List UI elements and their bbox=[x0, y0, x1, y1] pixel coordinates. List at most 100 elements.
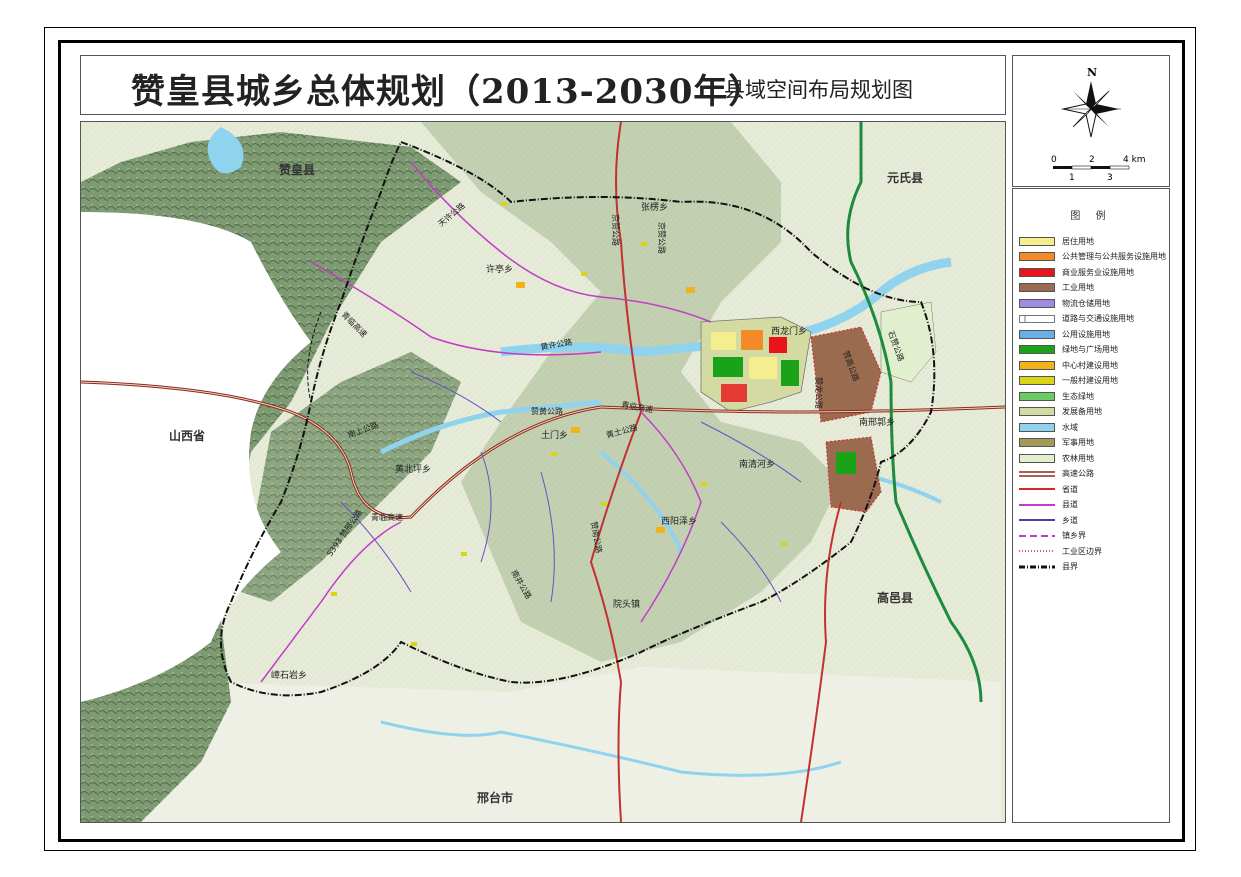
neighbor-label: 高邑县 bbox=[877, 590, 913, 605]
legend-item: 省道 bbox=[1019, 483, 1078, 495]
legend-swatch bbox=[1019, 376, 1055, 385]
legend-swatch bbox=[1019, 453, 1055, 463]
legend-swatch bbox=[1019, 422, 1055, 432]
legend-swatch bbox=[1019, 283, 1055, 292]
town-label: 土门乡 bbox=[541, 429, 568, 441]
map-subtitle: 县域空间布局规划图 bbox=[724, 78, 913, 102]
green-block-2 bbox=[781, 360, 799, 386]
legend-label: 高速公路 bbox=[1062, 469, 1094, 478]
road-label: 赞龙公路 bbox=[814, 377, 824, 409]
legend-item: 高速公路 bbox=[1019, 468, 1094, 480]
legend-label: 生态绿地 bbox=[1062, 391, 1094, 401]
north-label: N bbox=[1087, 66, 1097, 79]
legend-swatch bbox=[1019, 391, 1055, 401]
town-label: 张楞乡 bbox=[641, 201, 668, 213]
legend-item: 水域 bbox=[1019, 421, 1078, 433]
town-label: 南邢郭乡 bbox=[859, 416, 895, 428]
legend-item: 军事用地 bbox=[1019, 437, 1094, 449]
legend-label: 居住用地 bbox=[1062, 236, 1094, 246]
legend-item: 生态绿地 bbox=[1019, 390, 1094, 402]
town-label: 嶂石岩乡 bbox=[271, 669, 307, 681]
legend-swatch bbox=[1019, 565, 1055, 568]
legend-label: 工业区边界 bbox=[1062, 546, 1102, 556]
legend-swatch bbox=[1019, 298, 1055, 308]
map-title: 赞皇县城乡总体规划（2013-2030年） bbox=[131, 72, 764, 112]
legend-swatch bbox=[1019, 329, 1055, 339]
industrial-green bbox=[836, 452, 856, 474]
title-bar: 赞皇县城乡总体规划（2013-2030年） 县域空间布局规划图 bbox=[80, 55, 1006, 115]
commercial-block-2 bbox=[721, 384, 747, 402]
road-label: 京赞公路 bbox=[611, 214, 621, 246]
legend-swatch bbox=[1019, 438, 1055, 447]
neighbor-label: 山西省 bbox=[169, 428, 205, 443]
legend-item: 物流仓储用地 bbox=[1019, 297, 1110, 309]
compass-svg: N 0 2 4 km 1 3 bbox=[1051, 66, 1146, 183]
legend-label: 道路与交通设施用地 bbox=[1062, 314, 1134, 323]
north-arrow-icon bbox=[1061, 81, 1121, 138]
residential-block-2 bbox=[749, 357, 777, 379]
legend-label: 县界 bbox=[1062, 562, 1078, 571]
legend-item: 镇乡界 bbox=[1019, 530, 1086, 542]
map-canvas[interactable]: 许亭乡 张楞乡 西龙门乡 南邢郭乡 院头镇 西阳泽乡 南清河乡 土门乡 黄北坪乡… bbox=[80, 121, 1006, 823]
legend-label: 发展备用地 bbox=[1062, 407, 1102, 416]
legend-label: 绿地与广场用地 bbox=[1062, 345, 1118, 354]
legend-label: 商业服务业设施用地 bbox=[1062, 267, 1134, 277]
legend-label: 省道 bbox=[1062, 484, 1078, 494]
neighbor-label: 赞皇县 bbox=[278, 162, 315, 177]
legend-label: 水域 bbox=[1062, 422, 1078, 432]
legend-label: 军事用地 bbox=[1062, 438, 1094, 447]
map-svg[interactable]: 许亭乡 张楞乡 西龙门乡 南邢郭乡 院头镇 西阳泽乡 南清河乡 土门乡 黄北坪乡… bbox=[81, 122, 1005, 822]
legend-item: 县界 bbox=[1019, 561, 1078, 573]
legend-swatch bbox=[1019, 470, 1055, 477]
legend-swatch bbox=[1019, 314, 1055, 323]
legend-item: 绿地与广场用地 bbox=[1019, 344, 1118, 356]
town-label: 院头镇 bbox=[613, 598, 640, 610]
legend-swatch bbox=[1019, 503, 1055, 506]
legend-item: 商业服务业设施用地 bbox=[1019, 266, 1134, 278]
legend-label: 物流仓储用地 bbox=[1062, 298, 1110, 308]
legend-title: 图 例 bbox=[1070, 211, 1112, 222]
legend-label: 工业用地 bbox=[1062, 283, 1094, 292]
town-label: 西龙门乡 bbox=[771, 325, 807, 337]
legend-swatch bbox=[1019, 252, 1055, 261]
town-label: 黄北坪乡 bbox=[395, 463, 431, 475]
legend-label: 农林用地 bbox=[1062, 453, 1094, 463]
legend-swatch bbox=[1019, 236, 1055, 246]
scale-tick-label: 1 bbox=[1069, 173, 1075, 183]
road-label: 京赞公路 bbox=[657, 222, 667, 254]
legend-swatch bbox=[1019, 407, 1055, 416]
legend-label: 中心村建设用地 bbox=[1062, 360, 1118, 370]
road-label: 赞黄公路 bbox=[531, 406, 563, 416]
legend-swatch bbox=[1019, 345, 1055, 354]
legend-swatch bbox=[1019, 267, 1055, 277]
legend-swatch bbox=[1019, 360, 1055, 370]
legend-item: 农林用地 bbox=[1019, 452, 1094, 464]
town-label: 西阳泽乡 bbox=[661, 516, 697, 527]
legend-label: 县道 bbox=[1062, 500, 1078, 509]
legend-item: 乡道 bbox=[1019, 514, 1078, 526]
legend-label: 一般村建设用地 bbox=[1062, 376, 1118, 385]
public-service-block bbox=[741, 330, 763, 350]
legend-swatch bbox=[1019, 550, 1055, 552]
legend-label: 镇乡界 bbox=[1062, 531, 1086, 540]
legend-item: 居住用地 bbox=[1019, 235, 1094, 247]
legend-item: 工业用地 bbox=[1019, 282, 1094, 294]
town-label: 许亭乡 bbox=[486, 263, 513, 275]
road-label: 青临高速 bbox=[371, 512, 403, 522]
commercial-block bbox=[769, 337, 787, 353]
town-label: 南清河乡 bbox=[739, 458, 775, 470]
legend-item: 发展备用地 bbox=[1019, 406, 1102, 418]
legend-label: 公用设施用地 bbox=[1062, 329, 1110, 339]
scale-tick-label: 4 km bbox=[1123, 155, 1146, 165]
legend-item: 道路与交通设施用地 bbox=[1019, 313, 1134, 325]
legend-label: 乡道 bbox=[1062, 515, 1078, 525]
legend-label: 公共管理与公共服务设施用地 bbox=[1062, 252, 1166, 261]
industrial-zone-south bbox=[825, 436, 882, 513]
legend-item: 县道 bbox=[1019, 499, 1078, 511]
legend-item: 公共管理与公共服务设施用地 bbox=[1019, 251, 1166, 263]
legend-item: 工业区边界 bbox=[1019, 545, 1102, 557]
green-block-1 bbox=[713, 357, 743, 377]
legend-item: 公用设施用地 bbox=[1019, 328, 1110, 340]
neighbor-label: 邢台市 bbox=[477, 790, 513, 805]
legend-panel: 图 例 居住用地公共管理与公共服务设施用地 商业服务业设施用地 工业用地物流仓储用地… bbox=[1012, 188, 1170, 823]
